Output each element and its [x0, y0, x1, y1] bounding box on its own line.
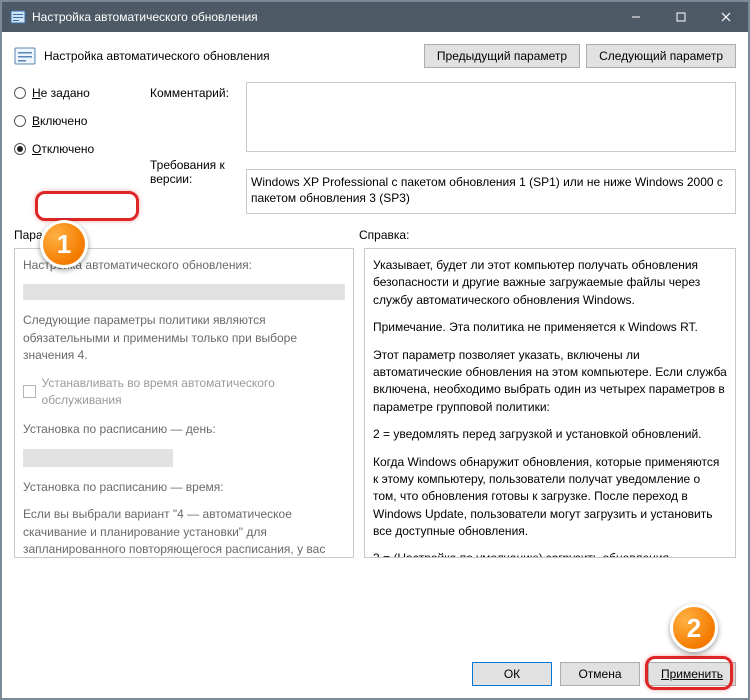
radio-not-configured[interactable]: Не задано [14, 86, 144, 100]
help-p6: 3 = (Настройка по умолчанию) загрузить о… [373, 550, 727, 558]
help-p4: 2 = уведомлять перед загрузкой и установ… [373, 426, 727, 443]
help-section-label: Справка: [359, 228, 409, 242]
window-title: Настройка автоматического обновления [32, 10, 613, 24]
schedule-time-label: Установка по расписанию — время: [23, 479, 345, 496]
close-button[interactable] [703, 2, 748, 32]
options-pane: Настройка автоматического обновления: Сл… [14, 248, 354, 558]
policy-icon [10, 9, 26, 25]
radio-enabled-label: В [32, 114, 40, 128]
radio-icon [14, 115, 26, 127]
minimize-button[interactable] [613, 2, 658, 32]
help-p3: Этот параметр позволяет указать, включен… [373, 347, 727, 417]
help-p2: Примечание. Эта политика не применяется … [373, 319, 727, 336]
titlebar: Настройка автоматического обновления [2, 2, 748, 32]
supported-on-box: Windows XP Professional с пакетом обновл… [246, 169, 736, 214]
install-during-maintenance-checkbox[interactable]: Устанавливать во время автоматического о… [23, 375, 345, 410]
options-dropdown[interactable] [23, 284, 345, 300]
options-note: Следующие параметры политики являются об… [23, 312, 345, 364]
radio-disabled[interactable]: Отключено [14, 142, 144, 156]
schedule-day-label: Установка по расписанию — день: [23, 421, 345, 438]
schedule-day-dropdown[interactable] [23, 449, 173, 467]
checkbox-icon [23, 385, 36, 398]
apply-button[interactable]: Применить [648, 662, 736, 686]
help-p1: Указывает, будет ли этот компьютер получ… [373, 257, 727, 309]
checkbox-label: Устанавливать во время автоматического о… [42, 375, 345, 410]
policy-large-icon [14, 45, 36, 67]
radio-icon [14, 87, 26, 99]
page-title: Настройка автоматического обновления [44, 49, 424, 63]
cancel-button[interactable]: Отмена [560, 662, 640, 686]
options-heading: Настройка автоматического обновления: [23, 257, 345, 274]
help-p5: Когда Windows обнаружит обновления, кото… [373, 454, 727, 541]
options-footnote: Если вы выбрали вариант "4 — автоматичес… [23, 506, 345, 558]
comment-textarea[interactable] [246, 82, 736, 152]
radio-icon [14, 143, 26, 155]
radio-disabled-label: О [32, 142, 41, 156]
previous-setting-button[interactable]: Предыдущий параметр [424, 44, 580, 68]
radio-enabled[interactable]: Включено [14, 114, 144, 128]
next-setting-button[interactable]: Следующий параметр [586, 44, 736, 68]
ok-button[interactable]: ОК [472, 662, 552, 686]
help-pane: Указывает, будет ли этот компьютер получ… [364, 248, 736, 558]
options-section-label: Параметры: [14, 228, 359, 242]
maximize-button[interactable] [658, 2, 703, 32]
comment-label: Комментарий: [150, 86, 240, 100]
supported-label: Требования к версии: [150, 158, 240, 186]
radio-not-configured-label: Н [32, 86, 41, 100]
